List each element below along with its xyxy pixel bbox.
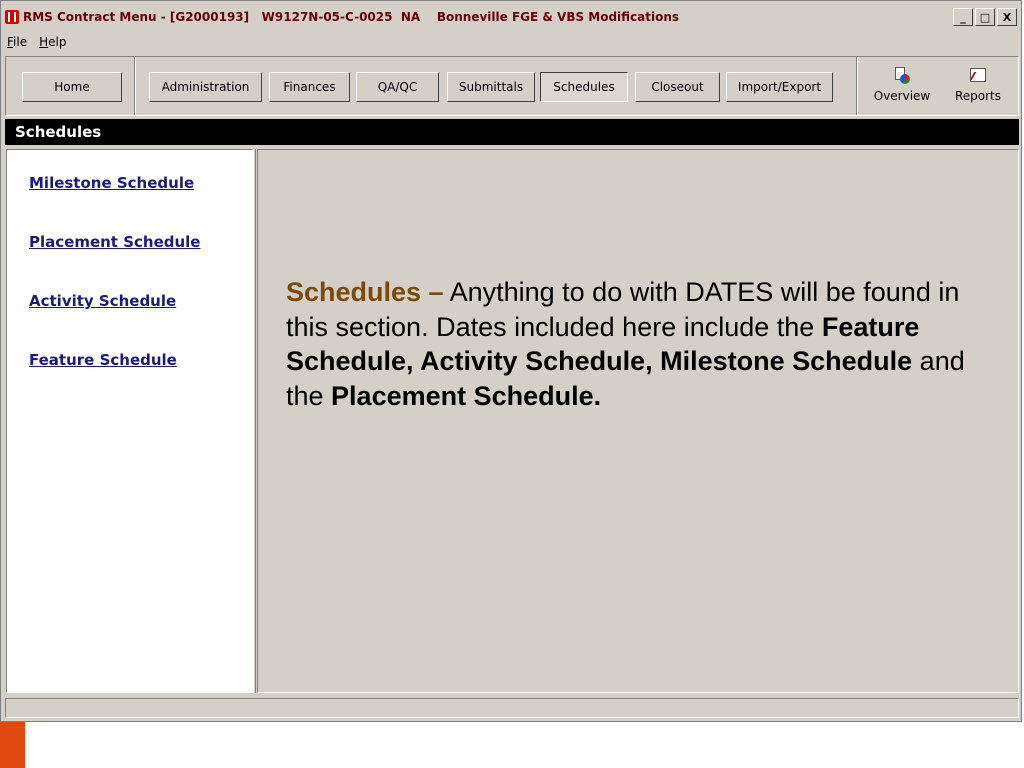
menu-bar: File Help bbox=[1, 32, 72, 52]
reports-icon bbox=[970, 68, 986, 82]
placement-schedule-link[interactable]: Placement Schedule bbox=[29, 233, 200, 251]
qaqc-button[interactable]: QA/QC bbox=[356, 72, 439, 102]
app-logo-icon bbox=[5, 9, 19, 24]
menu-file[interactable]: File bbox=[1, 35, 33, 49]
activity-schedule-link[interactable]: Activity Schedule bbox=[29, 292, 176, 310]
window-title: RMS Contract Menu - [G2000193] W9127N-05… bbox=[23, 10, 680, 24]
title-bar: RMS Contract Menu - [G2000193] W9127N-05… bbox=[1, 1, 1021, 32]
finances-button[interactable]: Finances bbox=[269, 72, 350, 102]
app-window: RMS Contract Menu - [G2000193] W9127N-05… bbox=[0, 0, 1022, 722]
minimize-button[interactable]: _ bbox=[953, 8, 973, 26]
reports-label: Reports bbox=[954, 89, 1002, 103]
close-button[interactable]: X bbox=[997, 8, 1017, 26]
slide-accent-block bbox=[0, 722, 25, 768]
maximize-button[interactable]: □ bbox=[975, 8, 995, 26]
window-controls: _ □ X bbox=[953, 8, 1017, 26]
reports-button[interactable]: Reports bbox=[950, 63, 1006, 111]
feature-schedule-link[interactable]: Feature Schedule bbox=[29, 351, 177, 369]
section-title: Schedules bbox=[5, 119, 1019, 145]
closeout-button[interactable]: Closeout bbox=[635, 72, 720, 102]
toolbar-separator bbox=[856, 57, 858, 115]
menu-help-mnemonic: H bbox=[39, 35, 49, 49]
main-toolbar: Home Administration Finances QA/QC Submi… bbox=[5, 56, 1019, 116]
menu-help[interactable]: Help bbox=[33, 35, 72, 49]
overview-label: Overview bbox=[873, 89, 931, 103]
description-lead: Schedules – bbox=[286, 277, 444, 307]
content-panel: Schedules – Anything to do with DATES wi… bbox=[257, 149, 1019, 693]
overview-icon bbox=[895, 67, 910, 84]
import-export-button[interactable]: Import/Export bbox=[726, 72, 833, 102]
milestone-schedule-link[interactable]: Milestone Schedule bbox=[29, 174, 194, 192]
status-bar bbox=[5, 698, 1019, 718]
home-button[interactable]: Home bbox=[22, 72, 122, 102]
administration-button[interactable]: Administration bbox=[149, 72, 262, 102]
submittals-button[interactable]: Submittals bbox=[447, 72, 535, 102]
menu-file-label: ile bbox=[13, 35, 28, 49]
panel-splitter[interactable] bbox=[253, 149, 256, 693]
title-strip: RMS Contract Menu - [G2000193] W9127N-05… bbox=[23, 7, 953, 27]
schedules-button[interactable]: Schedules bbox=[540, 72, 628, 102]
schedule-nav-panel: Milestone Schedule Placement Schedule Ac… bbox=[6, 149, 253, 693]
description-bold-placement: Placement Schedule. bbox=[331, 380, 602, 411]
overview-button[interactable]: Overview bbox=[874, 63, 930, 111]
menu-help-label: elp bbox=[48, 35, 67, 49]
toolbar-separator bbox=[134, 57, 136, 115]
section-description: Schedules – Anything to do with DATES wi… bbox=[286, 275, 986, 413]
